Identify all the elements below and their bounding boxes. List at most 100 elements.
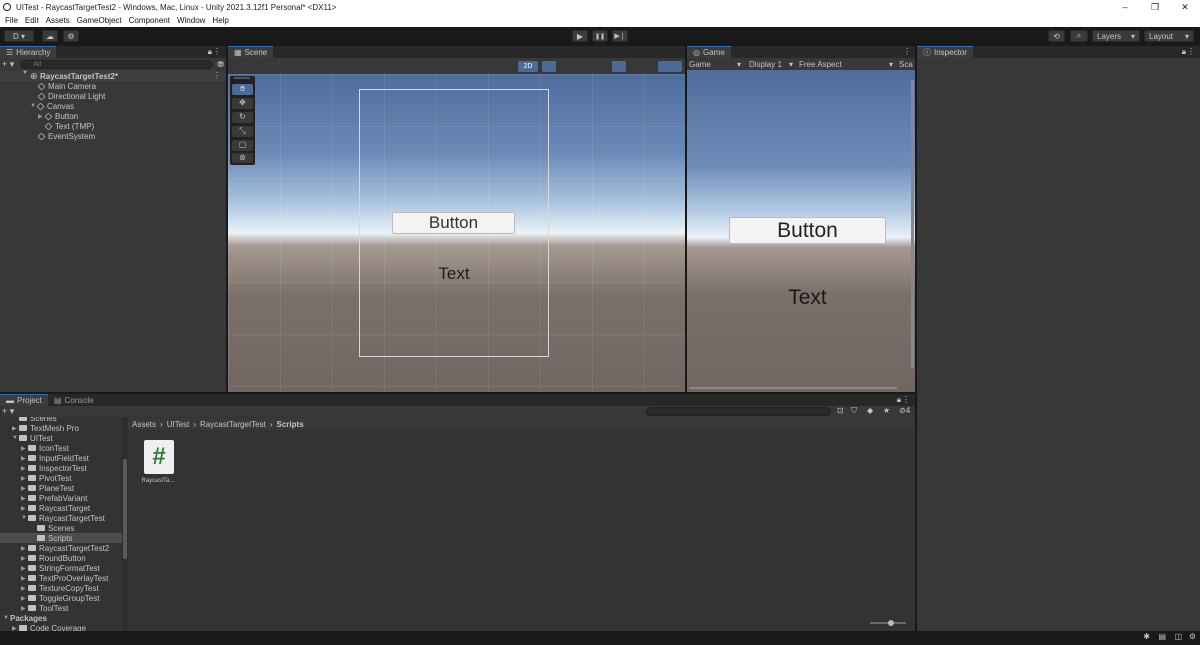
lock-icon[interactable]: 🔒︎ (208, 47, 212, 57)
expand-arrow-icon[interactable]: ▶ (21, 575, 28, 582)
zoom-slider[interactable] (870, 620, 906, 626)
project-search-input[interactable] (646, 407, 831, 416)
play-button[interactable]: ▶ (572, 30, 588, 42)
favorite-icon[interactable]: ★ (883, 406, 890, 415)
lock-icon[interactable]: 🔒︎ (1182, 47, 1186, 57)
kebab-menu-icon[interactable]: ⋮ (213, 47, 221, 56)
hand-tool-icon[interactable]: ✋︎ (232, 84, 253, 95)
expand-arrow-icon[interactable]: ▶ (21, 475, 28, 482)
search-by-type-icon[interactable]: ⊡ (837, 406, 844, 415)
hierarchy-item[interactable]: ▼ Canvas (30, 101, 74, 111)
scale-slider[interactable]: Sca (893, 60, 913, 69)
expand-arrow-icon[interactable]: ▶ (21, 605, 28, 612)
project-tree-item[interactable]: ▶ TextProOverlayTest (0, 573, 122, 583)
layers-dropdown[interactable]: Layers ▾ (1092, 30, 1140, 42)
audio-icon[interactable] (562, 61, 576, 72)
collab-icon[interactable]: ⚙ (63, 30, 79, 42)
tree-scrollbar-thumb[interactable] (123, 459, 127, 559)
horizontal-scrollbar[interactable] (689, 387, 897, 389)
hierarchy-item[interactable]: Text (TMP) (44, 121, 94, 131)
search-icon[interactable]: ⌕ (1070, 30, 1088, 42)
project-tree-item[interactable]: ▼ RaycastTargetTest (0, 513, 122, 523)
scale-tool-icon[interactable]: ⤡ (232, 126, 253, 137)
expand-arrow-icon[interactable]: ▶ (21, 545, 28, 552)
transform-tool-icon[interactable]: ⊛ (232, 153, 253, 163)
expand-arrow-icon[interactable]: ▶ (21, 505, 28, 512)
toggle-2d-button[interactable]: 2D (518, 61, 538, 72)
tree-scrollbar[interactable] (122, 417, 128, 631)
hierarchy-item[interactable]: Directional Light (37, 91, 105, 101)
game-view[interactable]: Button Text (687, 70, 915, 392)
progress-icon[interactable]: ▤ (1158, 632, 1166, 641)
expand-arrow-icon[interactable]: ▶ (21, 455, 28, 462)
palette-handle[interactable] (234, 77, 250, 79)
expand-arrow-icon[interactable]: ▶ (21, 555, 28, 562)
add-button[interactable]: + ▾ (2, 406, 14, 417)
expand-arrow-icon[interactable]: ▶ (21, 595, 28, 602)
maximize-button[interactable]: ❐ (1140, 2, 1170, 13)
layout-dropdown[interactable]: Layout ▾ (1144, 30, 1194, 42)
kebab-menu-icon[interactable]: ⋮ (213, 71, 221, 80)
hierarchy-item[interactable]: EventSystem (37, 131, 95, 141)
expand-arrow-icon[interactable]: ▶ (12, 425, 19, 432)
expand-arrow-icon[interactable]: ▼ (22, 70, 28, 76)
filter-icon[interactable]: ⛃ (217, 60, 224, 69)
rotate-tool-icon[interactable]: ↻ (232, 112, 253, 123)
project-tree-item[interactable]: ▶ StringFormatTest (0, 563, 122, 573)
breadcrumb-item[interactable]: RaycastTargetTest (200, 420, 266, 429)
cloud-icon[interactable]: ☁ (42, 30, 58, 42)
hidden-objects-icon[interactable] (612, 61, 626, 72)
game-button[interactable]: Button (729, 217, 886, 244)
expand-arrow-icon[interactable]: ▶ (21, 585, 28, 592)
effects-icon[interactable] (582, 61, 604, 72)
search-by-label-icon[interactable]: ⛉ (851, 406, 857, 416)
project-tree-item[interactable]: ▶ PivotTest (0, 473, 122, 483)
menu-edit[interactable]: Edit (25, 16, 39, 25)
camera-settings-icon[interactable] (632, 61, 656, 72)
project-tree-item[interactable]: Scripts (0, 533, 122, 543)
settings-icon[interactable]: ⚙ (1189, 632, 1196, 641)
move-tool-icon[interactable]: ✥ (232, 98, 253, 109)
project-tree-item[interactable]: ▶ ToggleGroupTest (0, 593, 122, 603)
breadcrumb-item[interactable]: UITest (167, 420, 190, 429)
expand-arrow-icon[interactable]: ▶ (21, 465, 28, 472)
hierarchy-item[interactable]: Main Camera (37, 81, 96, 91)
grid-snap-icon[interactable] (302, 61, 324, 72)
close-button[interactable]: ✕ (1170, 2, 1200, 13)
menu-assets[interactable]: Assets (46, 16, 70, 25)
tab-console[interactable]: ▤ Console (47, 394, 100, 406)
gizmo-tools-icon[interactable] (352, 61, 374, 72)
expand-arrow-icon[interactable]: ▶ (21, 495, 28, 502)
menu-window[interactable]: Window (177, 16, 205, 25)
project-tree-item[interactable]: ▶ InputFieldTest (0, 453, 122, 463)
asset-item[interactable]: # RaycastTa... (136, 440, 180, 488)
hidden-packages-icon[interactable]: ⊘4 (899, 406, 910, 415)
lighting-icon[interactable] (542, 61, 556, 72)
scene-button[interactable]: Button (392, 212, 515, 234)
tab-scene[interactable]: ▦ Scene (228, 46, 274, 58)
project-tree-item[interactable]: ▶ PlaneTest (0, 483, 122, 493)
expand-arrow-icon[interactable]: ▼ (12, 435, 19, 441)
expand-arrow-icon[interactable]: ▶ (21, 485, 28, 492)
expand-arrow-icon[interactable]: ▼ (3, 615, 10, 621)
breadcrumb-item[interactable]: Assets (132, 420, 156, 429)
breadcrumb-item[interactable]: Scripts (277, 420, 304, 429)
tab-game[interactable]: ◎ Game (687, 46, 731, 58)
kebab-menu-icon[interactable]: ⋮ (903, 47, 911, 56)
project-tree-item[interactable]: ▶ Code Coverage (0, 623, 122, 631)
tag-icon[interactable]: ◆ (867, 406, 873, 415)
search-input[interactable] (20, 59, 214, 69)
display-dropdown[interactable]: Display 1 ▾ (743, 60, 793, 69)
snap-increment-icon[interactable] (330, 61, 350, 72)
lock-icon[interactable]: 🔒︎ (897, 395, 901, 405)
cache-icon[interactable]: ◫ (1174, 632, 1182, 641)
kebab-menu-icon[interactable]: ⋮ (1187, 47, 1195, 56)
project-tree-item[interactable]: ▶ IconTest (0, 443, 122, 453)
project-tree-item[interactable]: ▼ Packages (0, 613, 122, 623)
shading-icon[interactable] (490, 61, 514, 72)
vertical-scrollbar[interactable] (911, 80, 914, 368)
tab-hierarchy[interactable]: ☰ Hierarchy (0, 46, 57, 58)
minimize-button[interactable]: – (1110, 2, 1140, 12)
project-tree-item[interactable]: ▶ ToolTest (0, 603, 122, 613)
expand-arrow-icon[interactable]: ▶ (21, 565, 28, 572)
